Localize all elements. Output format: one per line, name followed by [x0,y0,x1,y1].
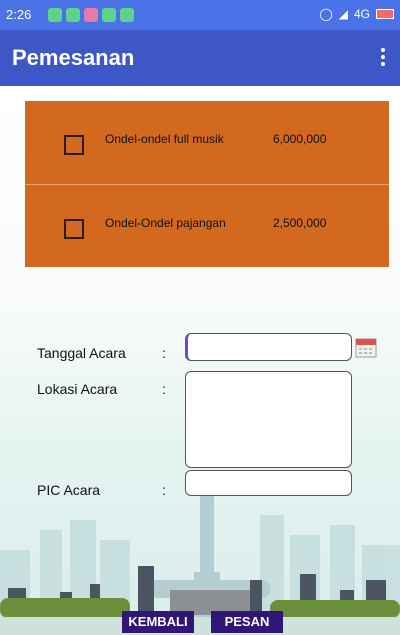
page-title: Pemesanan [12,45,135,70]
package-checkbox[interactable] [64,135,84,155]
tanggal-acara-label: Tanggal Acara [37,345,126,361]
system-icons: ◯ ◢ 4G [319,7,394,21]
package-item[interactable]: Ondel-ondel full musik 6,000,000 [25,101,389,185]
colon: : [162,482,166,498]
colon: : [162,345,166,361]
notification-icon [120,8,134,22]
colon: : [162,381,166,397]
city-skyline-illustration [0,480,400,635]
lokasi-acara-field[interactable] [185,371,352,468]
notification-icons [48,8,134,22]
app-bar: Pemesanan [0,30,400,86]
notification-icon [48,8,62,22]
pesan-button[interactable]: PESAN [211,611,283,633]
tanggal-acara-field[interactable] [185,333,352,361]
more-vert-icon[interactable] [380,46,386,68]
pic-acara-field[interactable] [185,470,352,496]
calendar-icon[interactable] [355,336,377,358]
notification-icon [66,8,80,22]
package-checkbox[interactable] [64,219,84,239]
package-price: 2,500,000 [273,216,327,230]
battery-icon [376,9,394,19]
package-name: Ondel-ondel full musik [105,132,224,146]
package-item[interactable]: Ondel-Ondel pajangan 2,500,000 [25,185,389,267]
bottom-strip [0,617,400,635]
status-time: 2:26 [6,7,32,22]
network-type: 4G [353,7,370,21]
package-name: Ondel-Ondel pajangan [105,216,226,230]
kembali-button[interactable]: KEMBALI [122,611,194,633]
notification-icon [84,8,98,22]
lokasi-acara-label: Lokasi Acara [37,381,118,397]
package-price: 6,000,000 [273,132,327,146]
status-bar: 2:26 ◯ ◢ 4G [0,0,400,30]
signal-icon: ◢ [338,7,348,21]
notification-icon [102,8,116,22]
wifi-icon: ◯ [319,7,333,21]
pic-acara-label: PIC Acara [37,482,101,498]
